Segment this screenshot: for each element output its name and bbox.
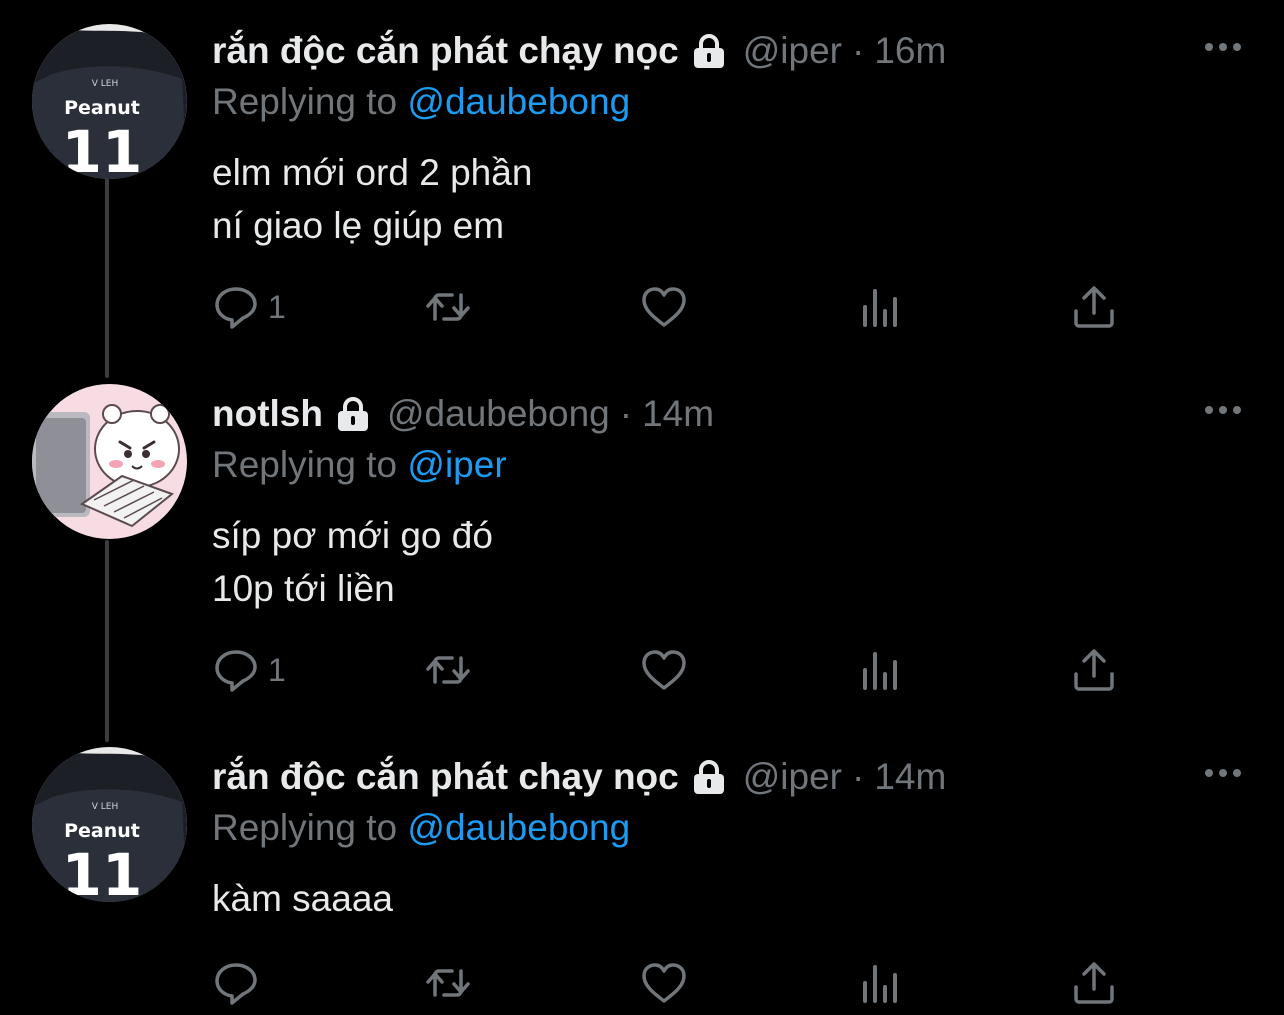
separator-dot: · — [852, 30, 865, 71]
replying-to: Replying to @daubebong — [212, 78, 1244, 126]
tweet-actions — [212, 958, 1212, 1008]
display-name[interactable]: notlsh — [212, 393, 323, 435]
tweet-actions: 1 — [212, 282, 1212, 332]
like-icon — [642, 287, 686, 327]
replying-to: Replying to @iper — [212, 441, 1244, 489]
share-button[interactable] — [1070, 958, 1118, 1008]
replying-label: Replying to — [212, 81, 408, 122]
replying-to: Replying to @daubebong — [212, 804, 1244, 852]
retweet-icon — [426, 969, 470, 997]
views-button[interactable] — [857, 645, 905, 695]
retweet-icon — [426, 293, 470, 321]
views-icon — [863, 965, 897, 1003]
tweet-header: notlsh @daubebong · 14m — [212, 389, 1244, 439]
views-button[interactable] — [857, 958, 905, 1008]
replying-to-link[interactable]: @daubebong — [407, 81, 630, 122]
reply-button[interactable]: 1 — [212, 282, 286, 332]
avatar[interactable]: V LEH Peanut 11 — [32, 747, 187, 902]
tweet-text-line: kàm saaaa — [212, 878, 393, 919]
display-name[interactable]: rắn độc cắn phát chạy nọc — [212, 30, 679, 72]
timestamp[interactable]: 14m — [874, 756, 946, 798]
like-icon — [642, 650, 686, 690]
separator-dot: · — [619, 393, 633, 434]
timestamp[interactable]: 16m — [874, 30, 946, 72]
replying-to-link[interactable]: @daubebong — [407, 807, 630, 848]
tweet-actions: 1 — [212, 645, 1212, 695]
peanut-jersey-avatar-icon: V LEH Peanut 11 — [32, 24, 187, 179]
retweet-button[interactable] — [424, 282, 472, 332]
timestamp[interactable]: 14m — [642, 393, 714, 435]
like-button[interactable] — [640, 645, 688, 695]
replying-label: Replying to — [212, 807, 408, 848]
tweet-header: rắn độc cắn phát chạy nọc @iper · 14m — [212, 752, 1244, 802]
avatar-jersey-name: Peanut — [64, 97, 140, 119]
replying-label: Replying to — [212, 444, 408, 485]
tweet-text-line: ní giao lẹ giúp em — [212, 205, 505, 246]
more-icon[interactable] — [1200, 758, 1246, 788]
retweet-button[interactable] — [424, 958, 472, 1008]
tweet-content: notlsh @daubebong · 14m Replying to @ipe… — [212, 389, 1244, 615]
reply-button[interactable]: 1 — [212, 645, 286, 695]
separator-dot: · — [852, 756, 865, 797]
avatar-jersey-top-text: V LEH — [92, 802, 119, 812]
share-icon — [1074, 649, 1114, 691]
reply-count: 1 — [268, 288, 286, 325]
avatar-jersey-name: Peanut — [64, 820, 140, 842]
conversation-thread: V LEH Peanut 11 rắn độc cắn phát chạy nọ… — [0, 0, 1284, 1015]
thread-connector — [105, 540, 109, 742]
display-name[interactable]: rắn độc cắn phát chạy nọc — [212, 756, 679, 798]
user-handle[interactable]: @iper — [743, 30, 842, 72]
views-icon — [863, 652, 897, 690]
reply-button[interactable] — [212, 958, 268, 1008]
lock-icon — [689, 31, 729, 71]
like-icon — [642, 963, 686, 1003]
share-icon — [1074, 962, 1114, 1004]
tweet-text: kàm saaaa — [212, 872, 1244, 925]
share-button[interactable] — [1070, 282, 1118, 332]
tweet-text-line: elm mới ord 2 phần — [212, 152, 533, 193]
views-button[interactable] — [857, 282, 905, 332]
tweet-header: rắn độc cắn phát chạy nọc @iper · 16m — [212, 26, 1244, 76]
tweet-text: elm mới ord 2 phần ní giao lẹ giúp em — [212, 146, 1244, 252]
replying-to-link[interactable]: @iper — [407, 444, 506, 485]
share-icon — [1074, 286, 1114, 328]
tweet-content: rắn độc cắn phát chạy nọc @iper · 16m Re… — [212, 26, 1244, 252]
views-icon — [863, 289, 897, 327]
more-icon[interactable] — [1200, 32, 1246, 62]
user-handle[interactable]: @daubebong — [387, 393, 610, 435]
user-handle[interactable]: @iper — [743, 756, 842, 798]
reply-icon — [215, 287, 257, 329]
cartoon-bear-keyboard-avatar-icon — [32, 384, 187, 539]
avatar[interactable]: V LEH Peanut 11 — [32, 24, 187, 179]
reply-count: 1 — [268, 651, 286, 688]
tweet-text-line: síp pơ mới go đó — [212, 515, 493, 556]
reply-icon — [215, 650, 257, 692]
tweet-text-line: 10p tới liền — [212, 568, 395, 609]
reply-icon — [215, 963, 257, 1005]
retweet-button[interactable] — [424, 645, 472, 695]
more-icon[interactable] — [1200, 395, 1246, 425]
lock-icon — [689, 757, 729, 797]
avatar[interactable] — [32, 384, 187, 539]
avatar-jersey-number: 11 — [62, 118, 143, 179]
peanut-jersey-avatar-icon: V LEH Peanut 11 — [32, 747, 187, 902]
lock-icon — [333, 394, 373, 434]
share-button[interactable] — [1070, 645, 1118, 695]
like-button[interactable] — [640, 958, 688, 1008]
avatar-jersey-number: 11 — [62, 841, 143, 902]
thread-connector — [105, 178, 109, 378]
tweet-text: síp pơ mới go đó 10p tới liền — [212, 509, 1244, 615]
tweet-content: rắn độc cắn phát chạy nọc @iper · 14m Re… — [212, 752, 1244, 925]
like-button[interactable] — [640, 282, 688, 332]
avatar-jersey-top-text: V LEH — [92, 79, 119, 89]
retweet-icon — [426, 656, 470, 684]
